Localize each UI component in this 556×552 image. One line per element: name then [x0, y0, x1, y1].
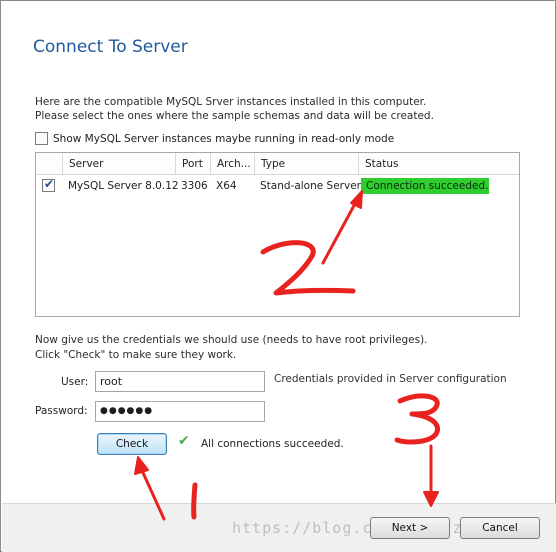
readonly-option[interactable]: Show MySQL Server instances maybe runnin… [35, 132, 394, 147]
user-field[interactable]: root [95, 371, 265, 392]
column-header-status[interactable]: Status [358, 153, 489, 175]
status-badge: Connection succeeded. [361, 178, 489, 194]
password-field[interactable]: ●●●●●● [95, 401, 265, 422]
intro-text: Here are the compatible MySQL Srver inst… [35, 95, 434, 123]
table-row[interactable]: MySQL Server 8.0.12 3306 X64 Stand-alone… [36, 176, 519, 196]
credentials-line-2: Click "Check" to make sure they work. [35, 349, 237, 361]
installer-window: Connect To Server Here are the compatibl… [0, 0, 556, 552]
cell-port: 3306 [181, 180, 208, 192]
table-header: Server Port Arch... Type Status [36, 153, 519, 175]
intro-line-1: Here are the compatible MySQL Srver inst… [35, 96, 427, 108]
credentials-text: Now give us the credentials we should us… [35, 333, 428, 363]
check-result-text: All connections succeeded. [201, 438, 344, 450]
row-checkbox[interactable] [42, 177, 55, 192]
intro-line-2: Please select the ones where the sample … [35, 110, 434, 122]
readonly-label: Show MySQL Server instances maybe runnin… [53, 132, 395, 145]
next-button[interactable]: Next > [370, 517, 450, 539]
credentials-line-1: Now give us the credentials we should us… [35, 334, 428, 346]
column-header-type[interactable]: Type [254, 153, 358, 175]
cell-type: Stand-alone Server [260, 180, 361, 192]
check-success-icon: ✔ [178, 433, 190, 449]
column-header-port[interactable]: Port [175, 153, 210, 175]
page-title: Connect To Server [33, 37, 188, 57]
password-label: Password: [35, 405, 88, 417]
check-button[interactable]: Check [97, 433, 167, 455]
cell-arch: X64 [216, 180, 237, 192]
credentials-hint: Credentials provided in Server configura… [274, 373, 507, 385]
column-header-arch[interactable]: Arch... [210, 153, 254, 175]
user-label: User: [61, 376, 89, 388]
cell-server: MySQL Server 8.0.12 [68, 180, 179, 192]
cancel-button[interactable]: Cancel [460, 517, 540, 539]
readonly-checkbox[interactable] [35, 132, 48, 145]
servers-table: Server Port Arch... Type Status MySQL Se… [35, 152, 520, 317]
